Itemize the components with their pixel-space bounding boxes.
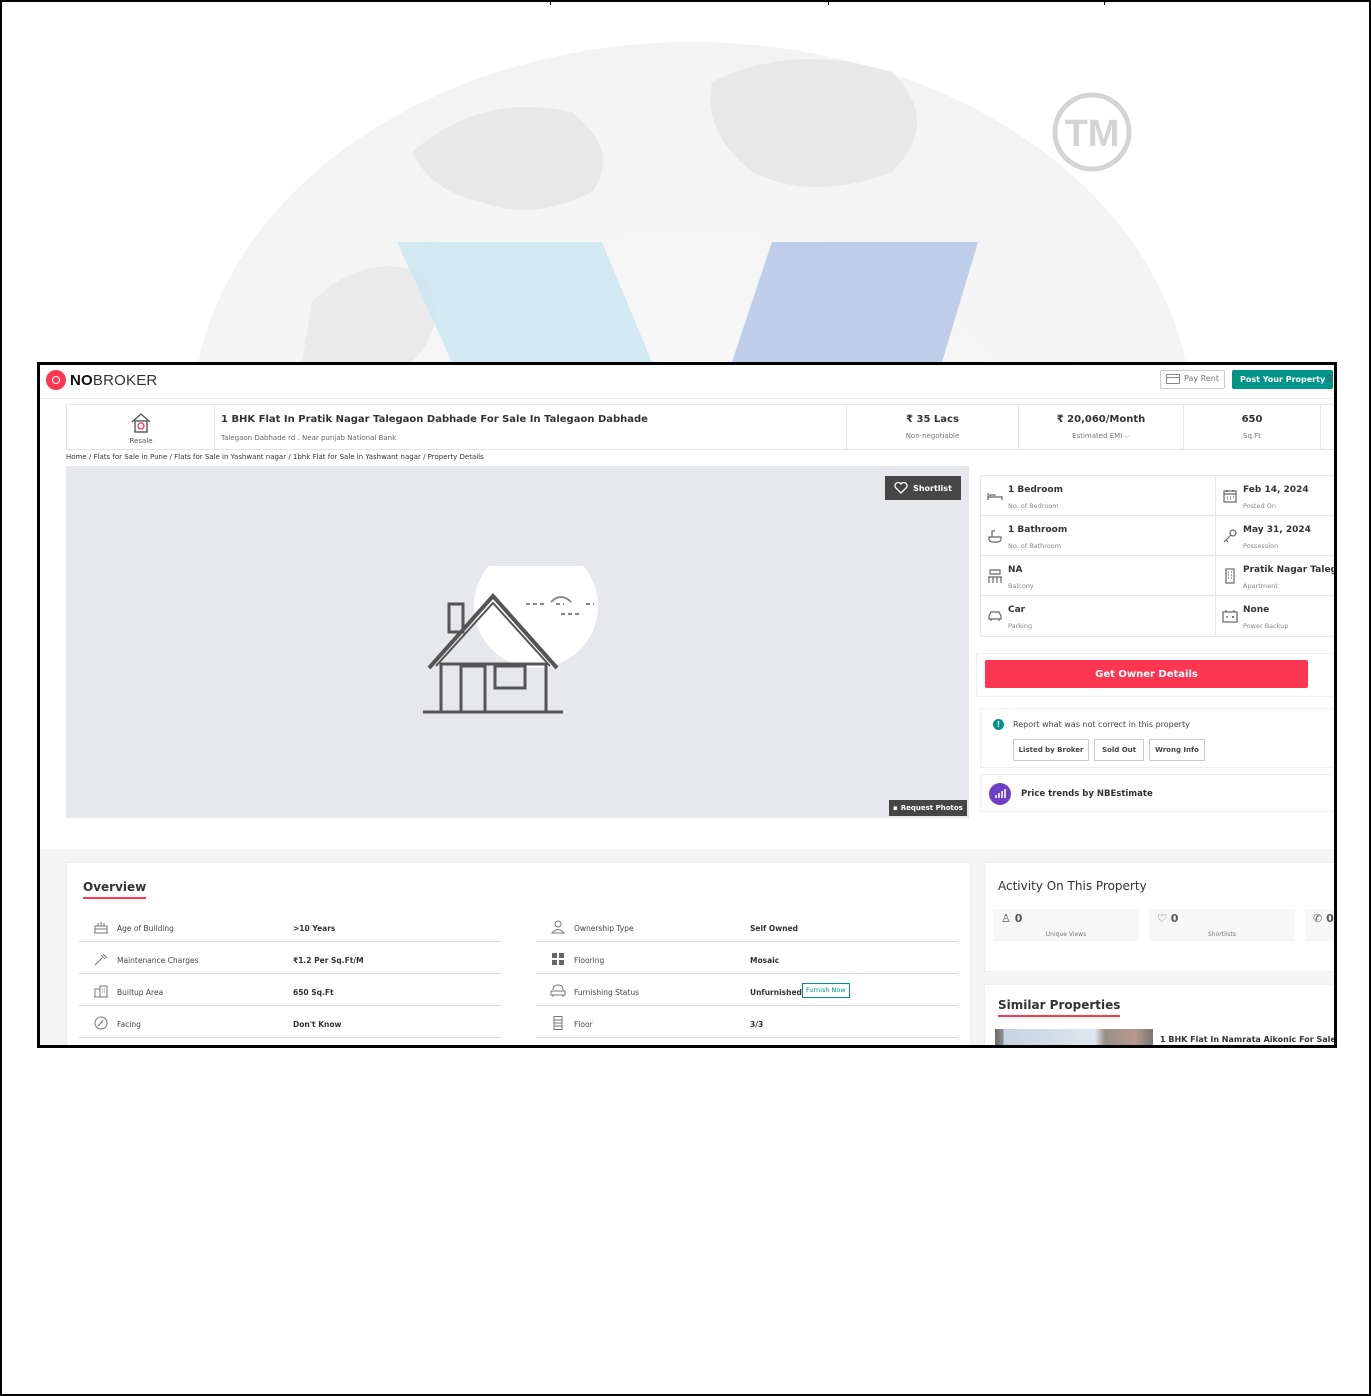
floor-icon bbox=[553, 1016, 563, 1030]
overview-row: Floor 3/3 bbox=[536, 1006, 958, 1038]
price-cell: ₹ 35 Lacs Non-negotiable bbox=[847, 405, 1019, 449]
report-text: Report what was not correct in this prop… bbox=[1013, 720, 1190, 729]
furnishing-icon bbox=[550, 984, 566, 997]
sign-in-link[interactable]: Si bbox=[1326, 374, 1333, 383]
bath-icon bbox=[988, 530, 1002, 543]
price-trend-icon bbox=[989, 783, 1011, 805]
similar-properties-title: Similar Properties bbox=[998, 998, 1121, 1017]
detail-possession: May 31, 2024 Possession bbox=[1215, 516, 1334, 556]
overview-row: Builtup Area 650 Sq.Ft bbox=[79, 974, 501, 1006]
property-address: Talegaon Dabhade rd . Near punjab Nation… bbox=[221, 434, 397, 442]
phone-icon: ✆ bbox=[1313, 912, 1323, 925]
price-trends-label: Price trends by NBEstimate bbox=[1021, 789, 1153, 799]
detail-bedroom: 1 Bedroom No. of Bedroom bbox=[981, 476, 1215, 516]
screenshot-frame: NOBROKER Pay Rent Post Your Property Si … bbox=[37, 362, 1337, 1048]
detail-balcony: NA Balcony bbox=[981, 556, 1215, 596]
overview-row: Furnishing Status Unfurnished Furnish No… bbox=[536, 974, 958, 1006]
overview-row: Ownership Type Self Owned bbox=[536, 910, 958, 942]
property-title-bar: Resale 1 BHK Flat In Pratik Nagar Talega… bbox=[66, 404, 1334, 450]
overview-title[interactable]: Overview bbox=[83, 880, 147, 899]
key-icon bbox=[1223, 529, 1237, 543]
heart-icon bbox=[894, 482, 908, 494]
contacts-stat: ✆ 0 bbox=[1305, 909, 1334, 941]
area-unit: Sq.Ft bbox=[1243, 432, 1261, 440]
top-navbar: NOBROKER Pay Rent Post Your Property Si bbox=[40, 365, 1334, 399]
detail-bathroom: 1 Bathroom No. of Bathroom bbox=[981, 516, 1215, 556]
battery-icon bbox=[1222, 610, 1238, 623]
chevron-down-icon[interactable]: ⌵ bbox=[1125, 432, 1130, 440]
page: TM NOBROKER Pay Rent Post Your Property … bbox=[0, 0, 1371, 1396]
maintenance-icon bbox=[94, 953, 108, 966]
emi-value: ₹ 20,060/Month bbox=[1056, 414, 1146, 425]
bed-icon bbox=[987, 493, 1003, 500]
overview-row: Flooring Mosaic bbox=[536, 942, 958, 974]
nobroker-logo[interactable]: NOBROKER bbox=[46, 370, 157, 390]
detail-parking: Car Parking bbox=[981, 596, 1215, 636]
emi-note: Estimated EMI bbox=[1072, 432, 1123, 440]
furnish-now-button[interactable]: Furnish Now bbox=[802, 983, 850, 998]
svg-text:TM: TM bbox=[1065, 113, 1120, 155]
overview-row: Age of Building >10 Years bbox=[79, 910, 501, 942]
price-trends-box[interactable]: Price trends by NBEstimate bbox=[980, 774, 1334, 812]
heart-outline-icon: ♡ bbox=[1157, 912, 1167, 925]
watermark-globe-logo: TM bbox=[198, 42, 1186, 362]
building-age-icon bbox=[94, 922, 108, 934]
builtup-icon bbox=[94, 985, 108, 998]
pay-rent-button[interactable]: Pay Rent bbox=[1160, 370, 1225, 389]
listed-by-broker-button[interactable]: Listed by Broker bbox=[1013, 739, 1089, 761]
title-cell: 1 BHK Flat In Pratik Nagar Talegaon Dabh… bbox=[215, 405, 847, 449]
resale-home-icon bbox=[131, 413, 151, 433]
emi-cell[interactable]: ₹ 20,060/Month Estimated EMI ⌵ bbox=[1019, 405, 1184, 449]
unique-views-stat: ♙ 0 Unique Views bbox=[993, 909, 1139, 941]
resale-label: Resale bbox=[129, 437, 153, 445]
car-icon bbox=[988, 611, 1002, 621]
balcony-icon bbox=[988, 569, 1002, 583]
activity-card: Activity On This Property ♙ 0 Unique Vie… bbox=[984, 862, 1334, 972]
owner-icon bbox=[550, 920, 566, 934]
shortlists-stat: ♡ 0 Shortlists bbox=[1149, 909, 1295, 941]
overview-row: Facing Don't Know bbox=[79, 1006, 501, 1038]
report-box: ! Report what was not correct in this pr… bbox=[980, 708, 1334, 768]
price-note: Non-negotiable bbox=[905, 432, 960, 440]
request-photos-button[interactable]: ▪ Request Photos bbox=[889, 800, 967, 816]
image-icon: ▪ bbox=[893, 804, 898, 812]
price-value: ₹ 35 Lacs bbox=[906, 414, 959, 425]
photo-gallery: Shortlist ▪ Request Photos bbox=[66, 466, 969, 818]
brand-rest: BROKER bbox=[92, 371, 158, 389]
overview-row: Maintenance Charges ₹1.2 Per Sq.Ft/M bbox=[79, 942, 501, 974]
similar-property-thumbnail[interactable] bbox=[995, 1029, 1153, 1045]
get-owner-details-button[interactable]: Get Owner Details bbox=[985, 660, 1308, 688]
pay-rent-label: Pay Rent bbox=[1184, 374, 1219, 383]
building-icon bbox=[1225, 568, 1235, 584]
request-photos-label: Request Photos bbox=[900, 804, 963, 812]
similar-property-name[interactable]: 1 BHK Flat In Namrata Aikonic For Sale I… bbox=[1160, 1035, 1334, 1044]
detail-power-backup: None Power Backup bbox=[1215, 596, 1334, 636]
brand-bold: NO bbox=[70, 371, 93, 389]
alert-icon: ! bbox=[993, 719, 1004, 730]
area-cell: 650 Sq.Ft bbox=[1184, 405, 1321, 449]
activity-title: Activity On This Property bbox=[998, 879, 1147, 893]
calendar-icon bbox=[1223, 490, 1237, 503]
shortlist-button[interactable]: Shortlist bbox=[885, 476, 961, 500]
house-placeholder-icon bbox=[423, 566, 598, 714]
shortlist-label: Shortlist bbox=[913, 483, 952, 493]
resale-cell: Resale bbox=[67, 405, 215, 449]
detail-posted-on: Feb 14, 2024 Posted On bbox=[1215, 476, 1334, 516]
credit-card-icon bbox=[1166, 374, 1180, 384]
post-property-button[interactable]: Post Your Property bbox=[1232, 370, 1334, 389]
owner-details-box: Get Owner Details bbox=[976, 653, 1334, 697]
property-title: 1 BHK Flat In Pratik Nagar Talegaon Dabh… bbox=[221, 414, 648, 425]
breadcrumb[interactable]: Home / Flats for Sale in Pune / Flats fo… bbox=[66, 453, 484, 461]
logo-icon bbox=[46, 370, 66, 390]
sold-out-button[interactable]: Sold Out bbox=[1094, 739, 1144, 761]
flooring-icon bbox=[552, 953, 564, 965]
area-value: 650 bbox=[1241, 414, 1263, 425]
wrong-info-button[interactable]: Wrong Info bbox=[1149, 739, 1205, 761]
compass-icon bbox=[94, 1016, 108, 1030]
property-details-grid: 1 Bedroom No. of Bedroom Feb 14, 2024 Po… bbox=[980, 475, 1334, 637]
similar-properties-card: Similar Properties 1 BHK Flat In Namrata… bbox=[984, 984, 1334, 1045]
user-icon: ♙ bbox=[1001, 912, 1011, 925]
detail-apartment: Pratik Nagar Talega... Apartment bbox=[1215, 556, 1334, 596]
overview-card: Overview Age of Building >10 Years Maint… bbox=[66, 862, 971, 1045]
